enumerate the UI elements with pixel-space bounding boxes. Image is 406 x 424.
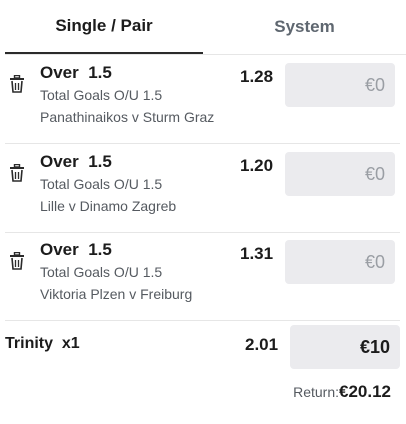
selection-name: Over 1.5 bbox=[40, 240, 112, 259]
combo-label: Trinity x1 bbox=[5, 335, 80, 352]
combo-bet-row: Trinity x1 2.01 €10 Return: €20.12 bbox=[5, 320, 405, 424]
stake-input[interactable]: €0 bbox=[285, 63, 395, 107]
bet-item: Over 1.5 Total Goals O/U 1.5 Viktoria Pl… bbox=[5, 232, 400, 321]
event-name: Viktoria Plzen v Freiburg bbox=[40, 286, 193, 302]
market-name: Total Goals O/U 1.5 bbox=[40, 264, 163, 280]
return-value: €20.12 bbox=[339, 382, 391, 401]
combo-stake-input[interactable]: €10 bbox=[290, 325, 400, 369]
event-name: Lille v Dinamo Zagreb bbox=[40, 198, 177, 214]
odds-value: 1.28 bbox=[240, 67, 274, 86]
trash-icon[interactable] bbox=[9, 163, 25, 182]
selection-name: Over 1.5 bbox=[40, 152, 112, 171]
stake-input[interactable]: €0 bbox=[285, 240, 395, 284]
bet-item: Over 1.5 Total Goals O/U 1.5 Panathinaik… bbox=[5, 55, 400, 144]
return-summary: Return: €20.12 bbox=[293, 382, 391, 402]
odds-value: 1.20 bbox=[240, 156, 274, 175]
combo-odds: 2.01 bbox=[245, 335, 279, 354]
tab-single-pair[interactable]: Single / Pair bbox=[5, 0, 203, 54]
bet-item: Over 1.5 Total Goals O/U 1.5 Lille v Din… bbox=[5, 144, 400, 233]
market-name: Total Goals O/U 1.5 bbox=[40, 87, 163, 103]
trash-icon[interactable] bbox=[9, 74, 25, 93]
selection-name: Over 1.5 bbox=[40, 63, 112, 82]
bet-type-tabs: Single / Pair System bbox=[5, 0, 406, 55]
odds-value: 1.31 bbox=[240, 244, 274, 263]
market-name: Total Goals O/U 1.5 bbox=[40, 176, 163, 192]
trash-icon[interactable] bbox=[9, 251, 25, 270]
event-name: Panathinaikos v Sturm Graz bbox=[40, 109, 215, 125]
stake-input[interactable]: €0 bbox=[285, 152, 395, 196]
tab-system[interactable]: System bbox=[203, 0, 406, 54]
return-label: Return: bbox=[293, 384, 339, 400]
